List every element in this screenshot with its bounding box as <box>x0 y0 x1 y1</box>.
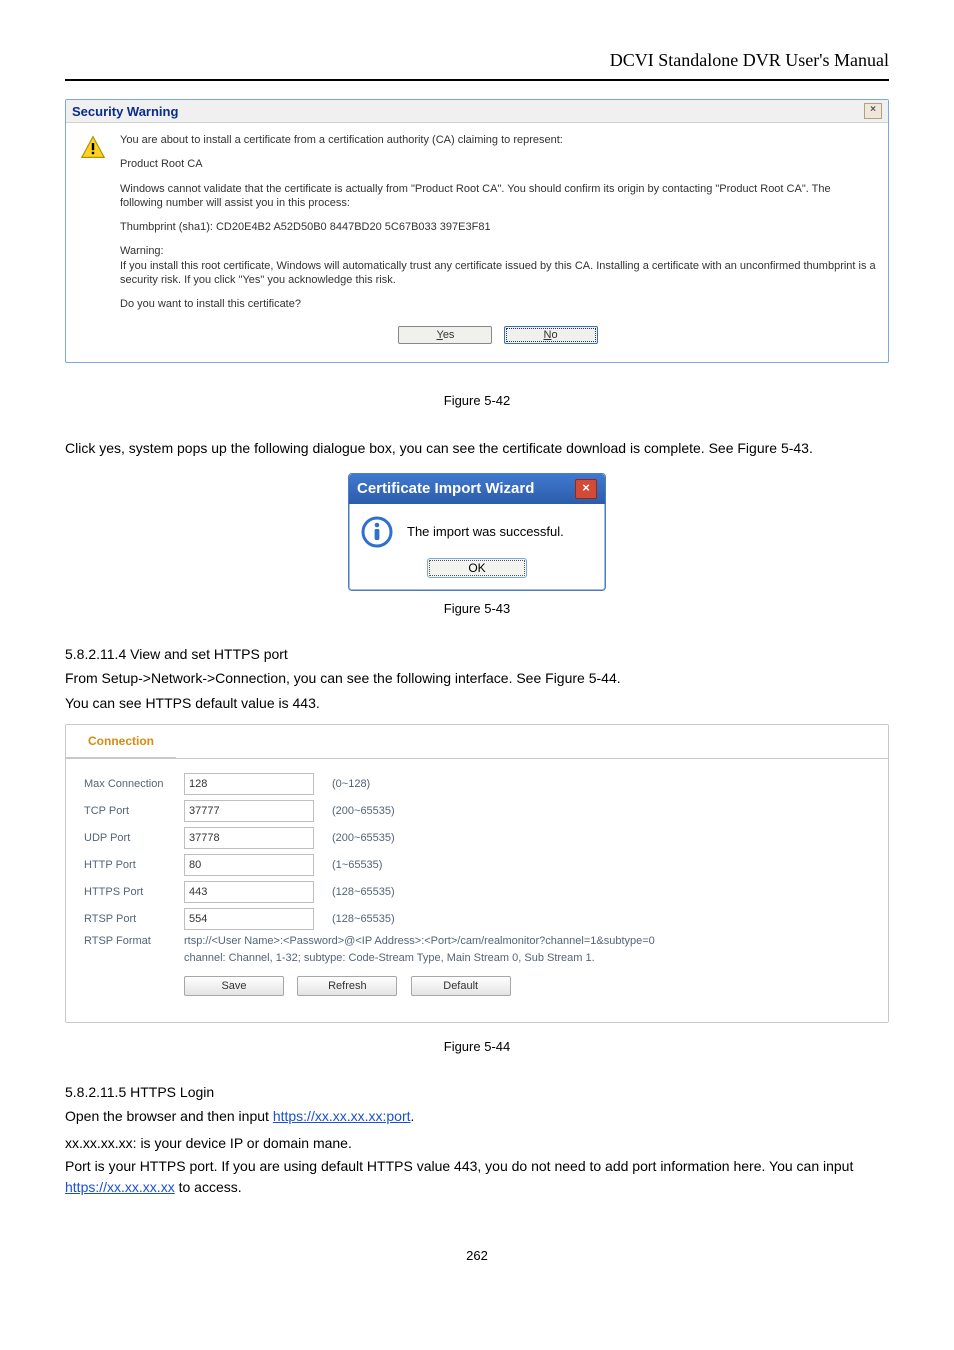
sw-button-row: Yes No <box>120 322 876 354</box>
hint-tcp-port: (200~65535) <box>332 805 395 817</box>
sw-warning-body: If you install this root certificate, Wi… <box>120 260 876 286</box>
default-button[interactable]: Default <box>411 976 511 996</box>
warning-icon <box>78 133 108 354</box>
hint-max-connection: (0~128) <box>332 778 370 790</box>
sw-warning-head: Warning: <box>120 245 164 257</box>
https-login-ip-line: xx.xx.xx.xx: is your device IP or domain… <box>65 1133 889 1154</box>
label-max-connection: Max Connection <box>84 778 184 790</box>
label-https-port: HTTPS Port <box>84 886 184 898</box>
input-https-port[interactable] <box>184 881 314 903</box>
input-udp-port[interactable] <box>184 827 314 849</box>
refresh-button[interactable]: Refresh <box>297 976 397 996</box>
label-udp-port: UDP Port <box>84 832 184 844</box>
rtsp-format-subline: channel: Channel, 1-32; subtype: Code-St… <box>184 952 870 964</box>
label-rtsp-format: RTSP Format <box>84 935 184 947</box>
page-number: 262 <box>65 1248 889 1263</box>
security-warning-dialog: Security Warning × You are about to inst… <box>65 99 889 363</box>
figure-5-44-caption: Figure 5-44 <box>65 1039 889 1054</box>
yes-button[interactable]: Yes <box>398 326 492 344</box>
sw-intro: You are about to install a certificate f… <box>120 133 876 147</box>
no-button[interactable]: No <box>504 326 598 344</box>
hint-rtsp-port: (128~65535) <box>332 913 395 925</box>
header-rule <box>65 79 889 81</box>
hint-udp-port: (200~65535) <box>332 832 395 844</box>
import-success-message: The import was successful. <box>393 524 564 539</box>
hint-https-port: (128~65535) <box>332 886 395 898</box>
sw-warning: Warning: If you install this root certif… <box>120 244 876 287</box>
sw-ca-name: Product Root CA <box>120 157 876 171</box>
figure-5-43-caption: Figure 5-43 <box>65 601 889 616</box>
info-icon <box>361 516 393 548</box>
sw-question: Do you want to install this certificate? <box>120 297 876 311</box>
save-button[interactable]: Save <box>184 976 284 996</box>
ok-button[interactable]: OK <box>427 558 527 578</box>
input-max-connection[interactable] <box>184 773 314 795</box>
label-tcp-port: TCP Port <box>84 805 184 817</box>
input-tcp-port[interactable] <box>184 800 314 822</box>
connection-panel: Connection Max Connection (0~128) TCP Po… <box>65 724 889 1023</box>
close-icon[interactable]: × <box>864 103 882 119</box>
https-port-line2: You can see HTTPS default value is 443. <box>65 693 889 714</box>
rtsp-format-value: rtsp://<User Name>:<Password>@<IP Addres… <box>184 935 655 947</box>
hint-http-port: (1~65535) <box>332 859 382 871</box>
label-rtsp-port: RTSP Port <box>84 913 184 925</box>
input-rtsp-port[interactable] <box>184 908 314 930</box>
https-login-heading: 5.8.2.11.5 HTTPS Login <box>65 1084 889 1100</box>
sw-validate: Windows cannot validate that the certifi… <box>120 182 876 211</box>
figure-5-42-caption: Figure 5-42 <box>65 393 889 408</box>
label-http-port: HTTP Port <box>84 859 184 871</box>
security-warning-titlebar: Security Warning × <box>66 100 888 123</box>
https-short-url-link[interactable]: https://xx.xx.xx.xx <box>65 1179 175 1195</box>
https-url-link[interactable]: https://xx.xx.xx.xx:port <box>273 1108 411 1124</box>
click-yes-paragraph: Click yes, system pops up the following … <box>65 438 889 459</box>
https-login-port-line: Port is your HTTPS port. If you are usin… <box>65 1156 889 1198</box>
import-wizard-titlebar: Certificate Import Wizard × <box>349 474 605 504</box>
sw-thumbprint: Thumbprint (sha1): CD20E4B2 A52D50B0 844… <box>120 220 876 234</box>
page-header-title: DCVI Standalone DVR User's Manual <box>65 50 889 71</box>
https-port-line1: From Setup->Network->Connection, you can… <box>65 668 889 689</box>
close-icon[interactable]: × <box>575 479 597 499</box>
https-login-line: Open the browser and then input https://… <box>65 1106 889 1127</box>
tab-connection[interactable]: Connection <box>66 725 176 758</box>
import-wizard-dialog: Certificate Import Wizard × The import w… <box>348 473 606 591</box>
security-warning-title: Security Warning <box>72 104 178 119</box>
https-port-heading: 5.8.2.11.4 View and set HTTPS port <box>65 646 889 662</box>
import-wizard-title: Certificate Import Wizard <box>357 480 534 497</box>
input-http-port[interactable] <box>184 854 314 876</box>
